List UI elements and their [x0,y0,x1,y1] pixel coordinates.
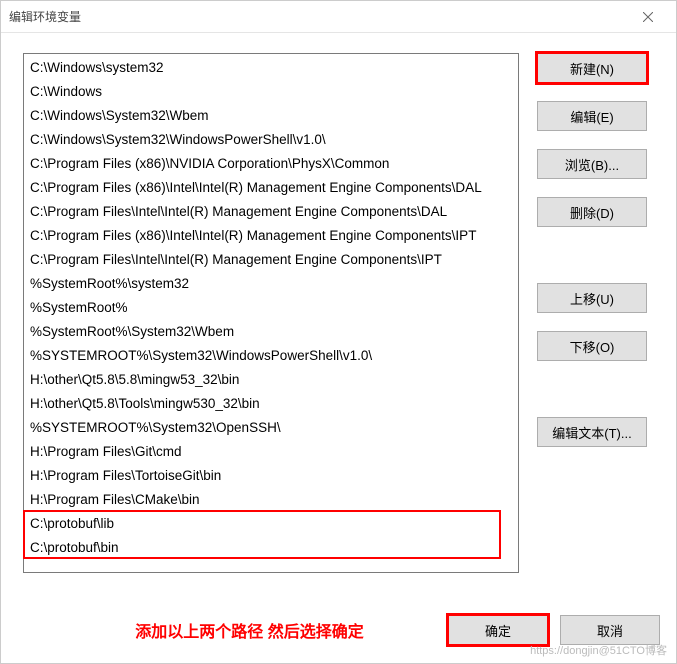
list-item[interactable]: C:\protobuf\lib [24,512,518,536]
new-button[interactable]: 新建(N) [537,53,647,83]
list-item[interactable]: C:\Windows\system32 [24,56,518,80]
list-item[interactable]: C:\Windows\System32\WindowsPowerShell\v1… [24,128,518,152]
dialog-body: C:\Windows\system32C:\WindowsC:\Windows\… [1,33,676,609]
ok-button[interactable]: 确定 [448,615,548,645]
side-buttons: 新建(N) 编辑(E) 浏览(B)... 删除(D) 上移(U) 下移(O) 编… [537,53,649,601]
list-item[interactable]: %SYSTEMROOT%\System32\WindowsPowerShell\… [24,344,518,368]
list-item[interactable]: C:\Windows\System32\Wbem [24,104,518,128]
movedown-button[interactable]: 下移(O) [537,331,647,361]
list-item[interactable]: C:\Program Files\Intel\Intel(R) Manageme… [24,200,518,224]
list-item[interactable]: C:\Program Files (x86)\Intel\Intel(R) Ma… [24,176,518,200]
list-item[interactable]: C:\protobuf\bin [24,536,518,560]
list-item[interactable]: C:\Program Files\Intel\Intel(R) Manageme… [24,248,518,272]
list-item[interactable]: H:\Program Files\CMake\bin [24,488,518,512]
spacer [537,245,649,283]
dialog-window: 编辑环境变量 C:\Windows\system32C:\WindowsC:\W… [0,0,677,664]
delete-button[interactable]: 删除(D) [537,197,647,227]
footer-buttons: 确定 取消 [448,615,660,645]
list-item[interactable]: H:\other\Qt5.8\5.8\mingw53_32\bin [24,368,518,392]
close-icon [643,12,653,22]
list-item[interactable]: C:\Program Files (x86)\Intel\Intel(R) Ma… [24,224,518,248]
list-item[interactable]: %SystemRoot%\System32\Wbem [24,320,518,344]
edit-button[interactable]: 编辑(E) [537,101,647,131]
titlebar: 编辑环境变量 [1,1,676,33]
list-item[interactable]: H:\Program Files\TortoiseGit\bin [24,464,518,488]
cancel-button[interactable]: 取消 [560,615,660,645]
edittext-button[interactable]: 编辑文本(T)... [537,417,647,447]
list-item[interactable]: C:\Windows [24,80,518,104]
list-item[interactable]: H:\Program Files\Git\cmd [24,440,518,464]
list-item[interactable]: C:\Program Files (x86)\NVIDIA Corporatio… [24,152,518,176]
list-item[interactable]: %SYSTEMROOT%\System32\OpenSSH\ [24,416,518,440]
list-item[interactable]: H:\other\Qt5.8\Tools\mingw530_32\bin [24,392,518,416]
spacer [537,379,649,417]
path-listbox[interactable]: C:\Windows\system32C:\WindowsC:\Windows\… [23,53,519,573]
window-title: 编辑环境变量 [9,8,628,25]
list-wrap: C:\Windows\system32C:\WindowsC:\Windows\… [23,53,519,601]
list-item[interactable]: %SystemRoot% [24,296,518,320]
moveup-button[interactable]: 上移(U) [537,283,647,313]
browse-button[interactable]: 浏览(B)... [537,149,647,179]
close-button[interactable] [628,3,668,31]
dialog-footer: 添加以上两个路径 然后选择确定 确定 取消 [1,609,676,663]
list-item[interactable]: %SystemRoot%\system32 [24,272,518,296]
annotation-note: 添加以上两个路径 然后选择确定 [23,618,436,642]
